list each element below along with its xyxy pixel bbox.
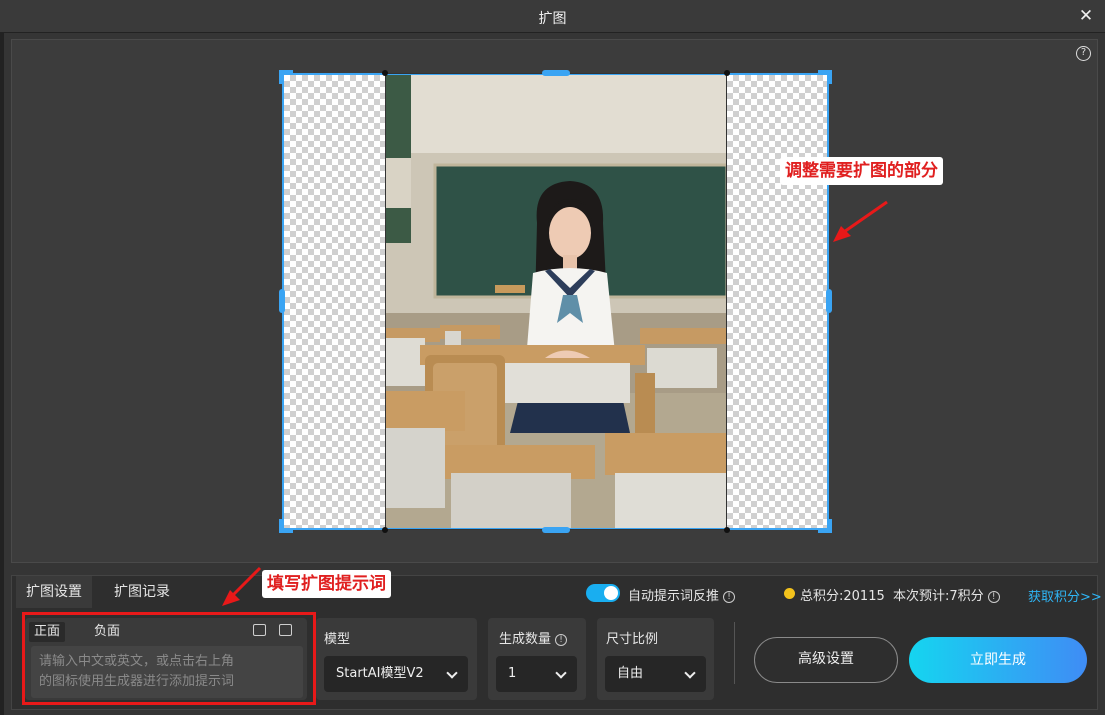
right-handle[interactable]: [826, 289, 832, 313]
left-handle[interactable]: [279, 289, 285, 313]
top-handle[interactable]: [542, 70, 570, 76]
top-left-corner-handle[interactable]: [279, 70, 293, 84]
close-icon[interactable]: ✕: [1075, 5, 1097, 27]
tab-expand-settings[interactable]: 扩图设置: [16, 576, 92, 608]
model-value: StartAI模型V2: [336, 666, 424, 681]
count-label-wrap: 生成数量!: [499, 628, 568, 647]
advanced-settings-button[interactable]: 高级设置: [754, 637, 898, 683]
coin-icon: [784, 588, 795, 599]
frame-corner-dot: [724, 70, 730, 76]
info-icon[interactable]: !: [723, 591, 736, 603]
bottom-handle[interactable]: [542, 527, 570, 533]
adjust-annotation: 调整需要扩图的部分: [780, 157, 943, 185]
left-edge: [0, 33, 4, 715]
auto-prompt-toggle[interactable]: [586, 584, 620, 602]
estimate-points: 本次预计:7积分: [893, 589, 984, 604]
frame-corner-dot: [382, 70, 388, 76]
ratio-select[interactable]: 自由: [605, 656, 706, 692]
total-points: 总积分:20115: [800, 589, 885, 604]
info-icon[interactable]: !: [555, 634, 568, 646]
model-select[interactable]: StartAI模型V2: [324, 656, 468, 692]
top-right-corner-handle[interactable]: [818, 70, 832, 84]
chevron-down-icon: [555, 667, 567, 679]
chevron-down-icon: [684, 667, 696, 679]
ratio-value: 自由: [617, 666, 644, 681]
original-image-frame: [385, 73, 727, 530]
count-value: 1: [508, 666, 517, 681]
auto-prompt-label-wrap: 自动提示词反推!: [628, 585, 736, 604]
ratio-box: 尺寸比例 自由: [597, 618, 714, 700]
divider: [734, 622, 735, 684]
bottom-left-corner-handle[interactable]: [279, 519, 293, 533]
prompt-annotation: 填写扩图提示词: [262, 570, 391, 598]
count-select[interactable]: 1: [496, 656, 577, 692]
count-label: 生成数量: [499, 632, 552, 647]
chevron-down-icon: [446, 667, 458, 679]
info-icon[interactable]: !: [987, 591, 1000, 603]
annotation-arrow-icon: [222, 566, 262, 606]
expand-canvas[interactable]: ? 调整需要扩图的部分: [11, 39, 1098, 563]
auto-prompt-label: 自动提示词反推: [628, 589, 720, 604]
generate-button[interactable]: 立即生成: [909, 637, 1087, 683]
prompt-highlight-box: [22, 612, 316, 705]
get-points-link[interactable]: 获取积分>>: [1028, 586, 1102, 605]
frame-corner-dot: [724, 527, 730, 533]
model-box: 模型 StartAI模型V2: [316, 618, 477, 700]
help-icon[interactable]: ?: [1076, 46, 1091, 61]
tab-expand-history[interactable]: 扩图记录: [104, 576, 180, 608]
bottom-right-corner-handle[interactable]: [818, 519, 832, 533]
count-box: 生成数量! 1: [488, 618, 586, 700]
title-bar: 扩图 ✕: [0, 0, 1105, 33]
ratio-label: 尺寸比例: [606, 632, 659, 647]
outpaint-window: 扩图 ✕ ? 调整需要扩图的部分 扩图设置 扩图记录 自动提示词反推 ! 总积分…: [0, 0, 1105, 715]
model-label: 模型: [324, 632, 351, 647]
annotation-arrow-icon: [833, 200, 888, 242]
window-title: 扩图: [538, 11, 567, 27]
points-info: 总积分:20115 本次预计:7积分!: [800, 585, 1000, 604]
frame-corner-dot: [382, 527, 388, 533]
